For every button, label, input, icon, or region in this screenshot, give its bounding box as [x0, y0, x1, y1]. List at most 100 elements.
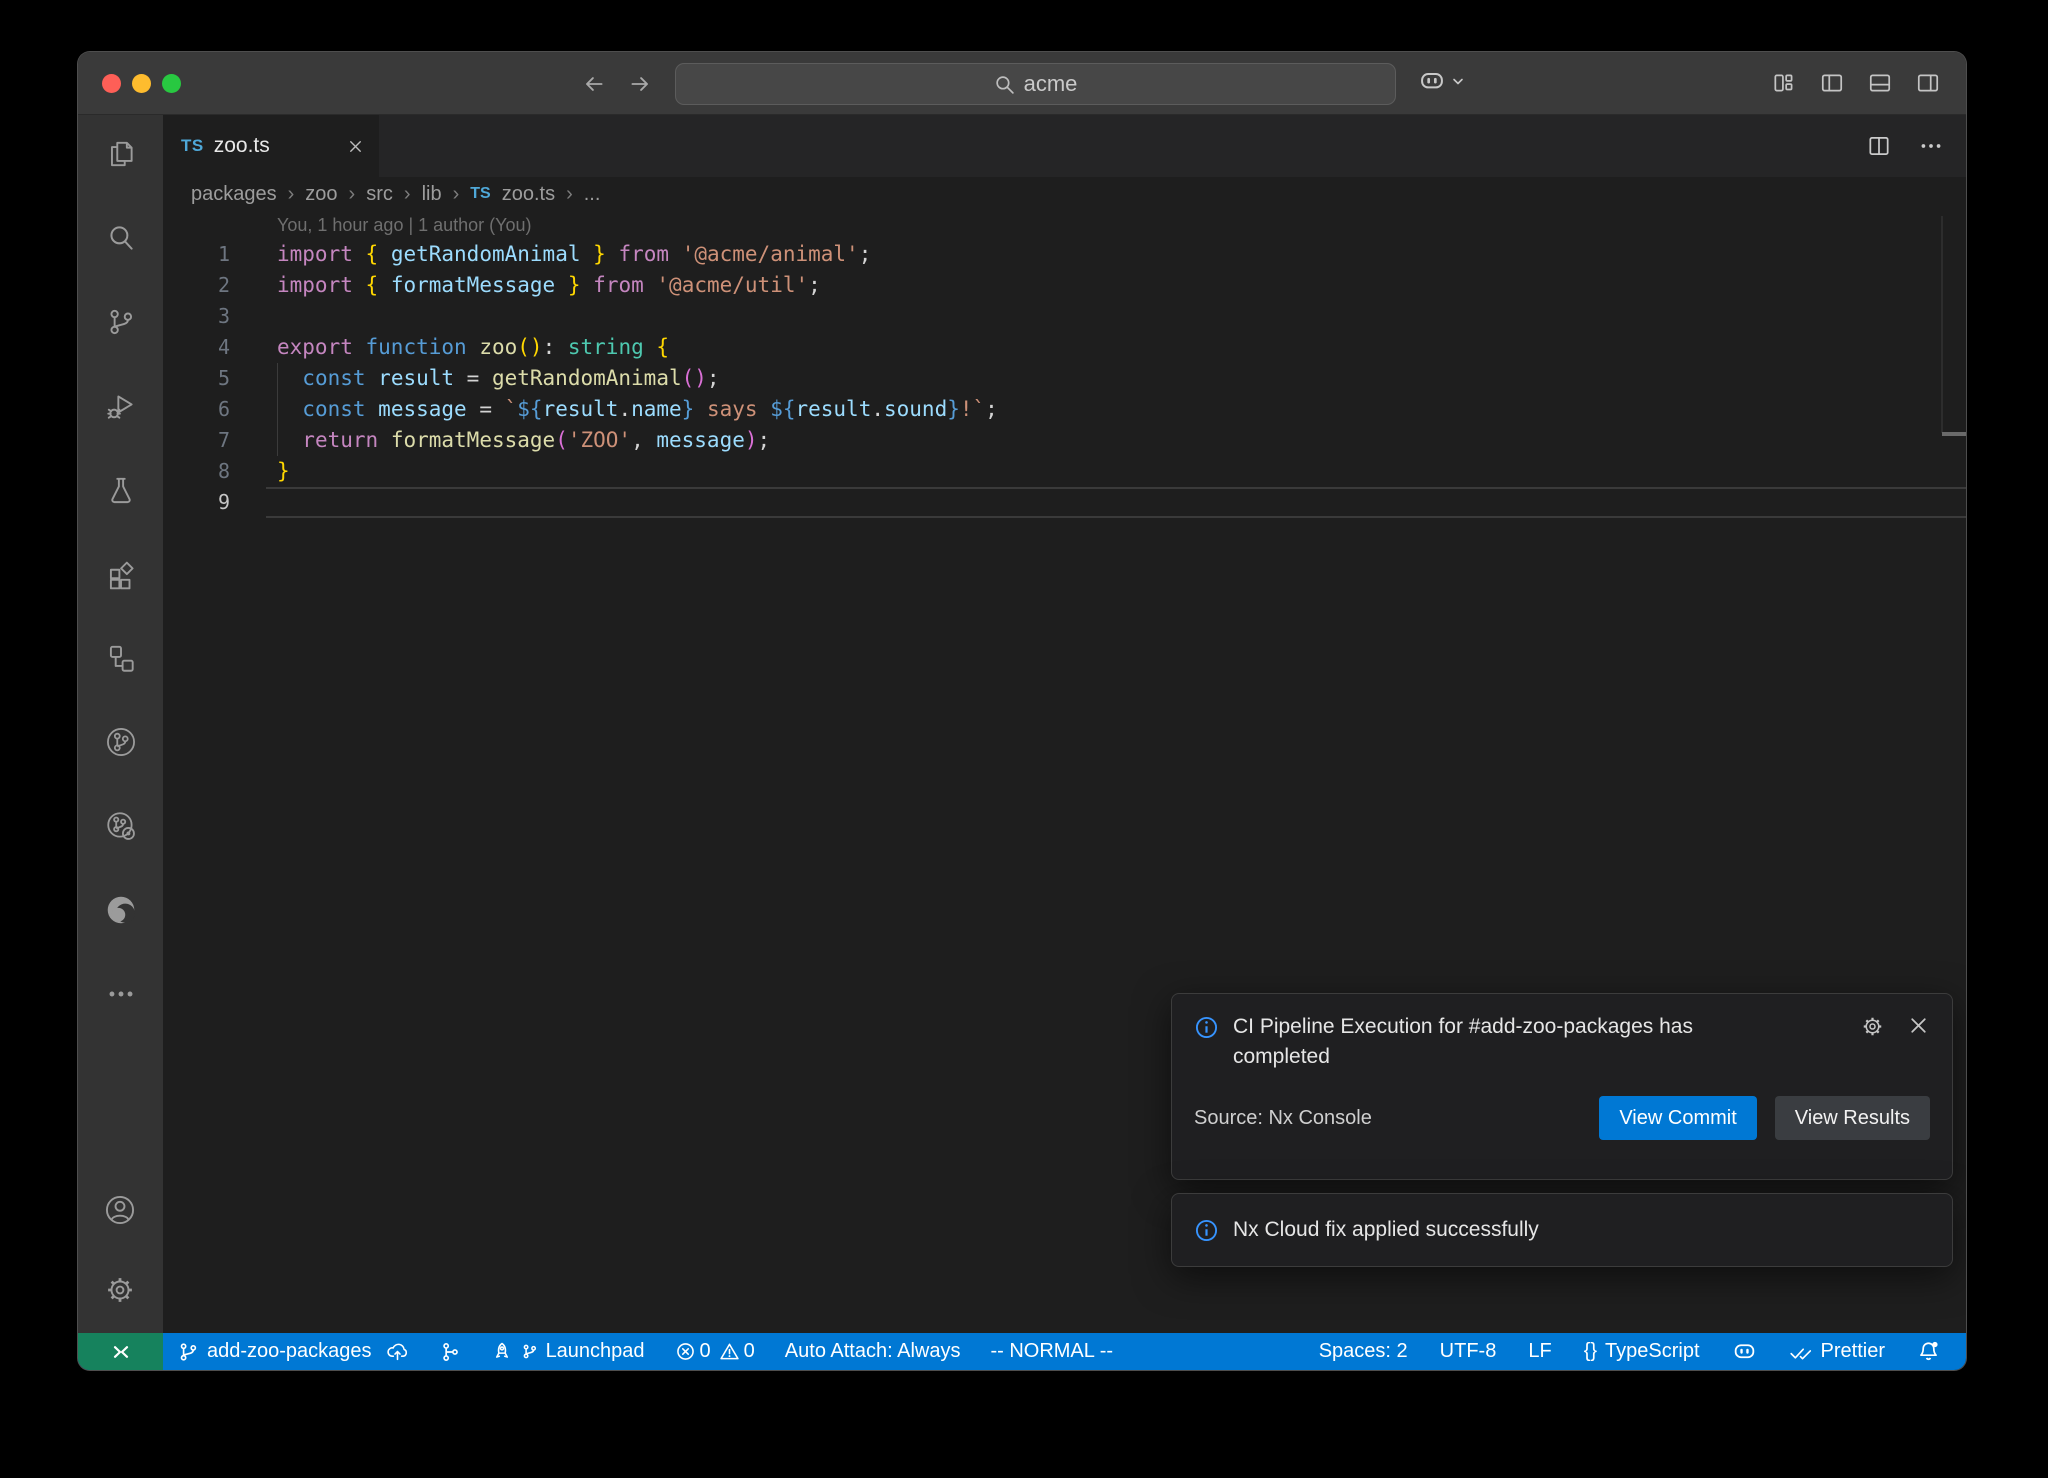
git-blame-annotation: You, 1 hour ago | 1 author (You) [163, 211, 1966, 239]
code-token [366, 366, 379, 390]
split-editor-button[interactable] [1866, 133, 1892, 159]
sidebar-item-gitlens-inspect[interactable] [104, 809, 138, 843]
code-line[interactable]: 8} [163, 456, 1966, 487]
forward-button[interactable] [624, 68, 656, 100]
view-results-button[interactable]: View Results [1775, 1096, 1930, 1140]
code-token [378, 273, 391, 297]
notification-toast-nx-cloud: Nx Cloud fix applied successfully [1171, 1193, 1953, 1267]
gear-icon [1860, 1014, 1885, 1039]
auto-attach-item[interactable]: Auto Attach: Always [785, 1340, 961, 1363]
code-line[interactable]: 5 const result = getRandomAnimal(); [163, 363, 1966, 394]
minimap-divider [1941, 216, 1943, 433]
remote-indicator[interactable] [78, 1333, 163, 1370]
code-line[interactable]: 6 const message = `${result.name} says $… [163, 394, 1966, 425]
close-icon [346, 137, 365, 156]
vim-mode-indicator[interactable]: -- NORMAL -- [990, 1340, 1113, 1363]
formatter-item[interactable]: Prettier [1789, 1340, 1885, 1363]
notification-message: CI Pipeline Execution for #add-zoo-packa… [1233, 1012, 1778, 1072]
encoding-item[interactable]: UTF-8 [1440, 1340, 1497, 1363]
window-controls [102, 74, 181, 93]
code-text: import { formatMessage } from '@acme/uti… [230, 270, 821, 301]
more-actions-button[interactable] [1918, 133, 1944, 159]
info-icon [1194, 1015, 1219, 1040]
breadcrumb-item[interactable]: zoo [305, 183, 337, 206]
accounts-button[interactable] [103, 1193, 137, 1227]
tab-bar: TS zoo.ts [163, 115, 1966, 177]
sidebar-item-run-debug[interactable] [104, 389, 138, 423]
breadcrumb-item[interactable]: lib [422, 183, 442, 206]
language-label: TypeScript [1605, 1340, 1699, 1363]
zoom-window-button[interactable] [162, 74, 181, 93]
sidebar-item-edge-tools[interactable] [104, 893, 138, 927]
more-views-button[interactable] [104, 977, 138, 1011]
code-token [644, 273, 657, 297]
sidebar-item-extensions[interactable] [104, 557, 138, 591]
code-token: says [694, 397, 770, 421]
code-line[interactable]: 3 [163, 301, 1966, 332]
scrollbar-slider[interactable] [1942, 432, 1966, 436]
settings-button[interactable] [103, 1273, 137, 1307]
toggle-secondary-sidebar-button[interactable] [1914, 69, 1942, 97]
breadcrumb-item[interactable]: packages [191, 183, 277, 206]
copilot-menu-button[interactable] [1418, 67, 1466, 95]
code-token: name [631, 397, 682, 421]
breadcrumb-item[interactable]: src [366, 183, 393, 206]
activity-bar [78, 115, 163, 1333]
bell-dot-icon [1917, 1340, 1940, 1363]
code-token: . [618, 397, 631, 421]
code-line[interactable]: 7 return formatMessage('ZOO', message); [163, 425, 1966, 456]
minimize-window-button[interactable] [132, 74, 151, 93]
sidebar-item-search[interactable] [104, 221, 138, 255]
close-window-button[interactable] [102, 74, 121, 93]
code-line[interactable]: 9 [163, 487, 1966, 518]
tab-close-button[interactable] [346, 137, 365, 156]
copilot-status-item[interactable] [1732, 1339, 1757, 1364]
code-token: ; [758, 428, 771, 452]
code-token [669, 242, 682, 266]
code-token [581, 273, 594, 297]
problems-item[interactable]: 0 0 [675, 1340, 755, 1363]
screen: acme [0, 0, 2048, 1478]
code-token: message [656, 428, 745, 452]
source-control-graph-item[interactable] [439, 1341, 461, 1363]
code-token: from [618, 242, 669, 266]
sidebar-item-nx-console[interactable] [104, 641, 138, 675]
status-bar: add-zoo-packages Launchpad 0 [78, 1333, 1966, 1370]
code-token: getRandomAnimal [391, 242, 581, 266]
notification-close-button[interactable] [1907, 1014, 1930, 1037]
back-button[interactable] [578, 68, 610, 100]
notification-source: Source: Nx Console [1194, 1107, 1372, 1130]
launchpad-item[interactable]: Launchpad [491, 1340, 645, 1363]
toggle-primary-sidebar-button[interactable] [1818, 69, 1846, 97]
chevron-right-icon: › [288, 183, 295, 206]
panel-bottom-icon [1867, 70, 1893, 96]
branch-name: add-zoo-packages [207, 1340, 372, 1363]
code-line[interactable]: 4export function zoo(): string { [163, 332, 1966, 363]
language-mode-item[interactable]: {} TypeScript [1584, 1340, 1700, 1363]
view-commit-button[interactable]: View Commit [1599, 1096, 1756, 1140]
sidebar-item-testing[interactable] [104, 473, 138, 507]
line-number: 4 [163, 332, 230, 363]
indentation-item[interactable]: Spaces: 2 [1319, 1340, 1408, 1363]
code-token: } [947, 397, 960, 421]
rocket-icon [491, 1341, 513, 1363]
breadcrumb-more[interactable]: ... [584, 183, 601, 206]
command-center-search[interactable]: acme [675, 63, 1396, 105]
git-branch-item[interactable]: add-zoo-packages [177, 1340, 409, 1363]
notification-settings-button[interactable] [1860, 1014, 1885, 1039]
toggle-panel-button[interactable] [1866, 69, 1894, 97]
notifications-bell-button[interactable] [1917, 1340, 1940, 1363]
layout-controls [1770, 69, 1942, 97]
code-token: function [366, 335, 467, 359]
tab-zoo-ts[interactable]: TS zoo.ts [163, 115, 379, 177]
sidebar-item-gitlens[interactable] [104, 725, 138, 759]
code-token [277, 366, 302, 390]
customize-layout-button[interactable] [1770, 69, 1798, 97]
eol-item[interactable]: LF [1528, 1340, 1551, 1363]
sidebar-item-explorer[interactable] [104, 137, 138, 171]
breadcrumb-file[interactable]: zoo.ts [502, 183, 555, 206]
code-line[interactable]: 1import { getRandomAnimal } from '@acme/… [163, 239, 1966, 270]
line-number: 1 [163, 239, 230, 270]
sidebar-item-source-control[interactable] [104, 305, 138, 339]
code-line[interactable]: 2import { formatMessage } from '@acme/ut… [163, 270, 1966, 301]
